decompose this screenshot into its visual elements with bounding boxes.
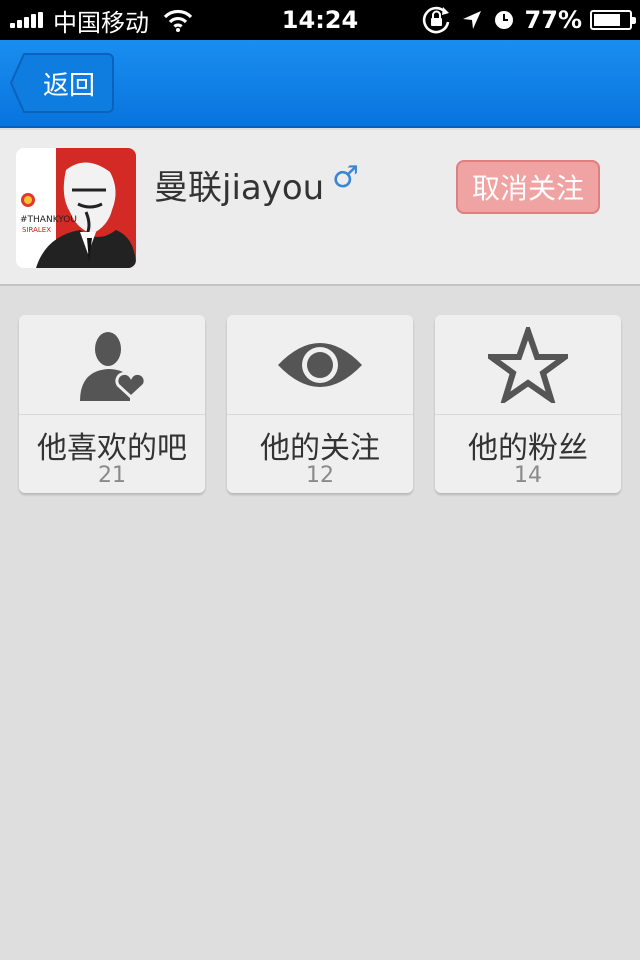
avatar[interactable]: #THANKYOU SIRALEX	[16, 148, 136, 268]
navigation-bar: 返回	[0, 40, 640, 128]
back-button-label: 返回	[42, 70, 95, 101]
username: 曼联jiayou	[154, 168, 325, 208]
alarm-icon	[493, 9, 515, 31]
battery-fill	[594, 14, 621, 26]
unfollow-button[interactable]: 取消关注	[456, 160, 600, 214]
avatar-text-2: SIRALEX	[22, 226, 51, 234]
card-label: 他喜欢的吧	[37, 431, 187, 466]
rotation-lock-icon	[421, 6, 451, 34]
star-icon	[488, 326, 568, 403]
male-icon: ♂	[332, 160, 359, 195]
card-icon-area	[227, 315, 413, 415]
battery-icon	[590, 10, 636, 30]
card-label: 他的粉丝	[468, 431, 588, 466]
card-icon-area	[19, 315, 205, 415]
card-count: 14	[514, 463, 542, 488]
card-liked-bars[interactable]: 他喜欢的吧 21	[19, 315, 205, 493]
battery-percent: 77%	[524, 6, 582, 34]
card-following[interactable]: 他的关注 12	[227, 315, 413, 493]
eye-icon	[278, 342, 362, 387]
location-icon	[461, 9, 483, 31]
avatar-text-1: #THANKYOU	[20, 215, 77, 225]
profile-header: #THANKYOU SIRALEX 曼联jiayou ♂ 取消关注	[0, 130, 640, 286]
card-count: 12	[306, 463, 334, 488]
card-label: 他的关注	[260, 431, 380, 466]
card-icon-area	[435, 315, 621, 415]
card-count: 21	[98, 463, 126, 488]
avatar-image: #THANKYOU SIRALEX	[16, 148, 136, 268]
user-heart-icon	[80, 331, 147, 401]
card-fans[interactable]: 他的粉丝 14	[435, 315, 621, 493]
status-right: 77%	[411, 0, 636, 40]
status-bar: 中国移动 14:24 77%	[0, 0, 640, 40]
back-button[interactable]: 返回	[10, 53, 114, 113]
